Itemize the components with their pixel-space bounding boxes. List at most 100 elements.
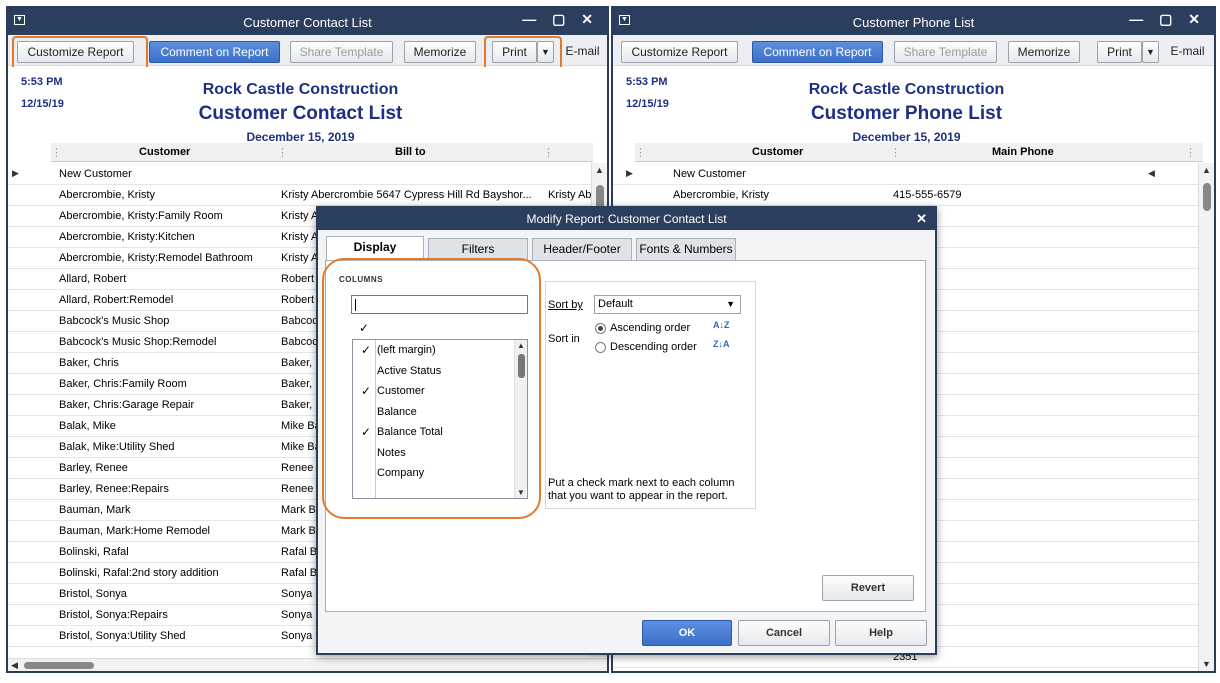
- share-template-button[interactable]: Share Template: [894, 41, 997, 63]
- ok-button[interactable]: OK: [642, 620, 732, 646]
- cell-customer: Barley, Renee: [59, 462, 128, 474]
- report-date: December 15, 2019: [246, 130, 355, 144]
- vertical-scrollbar[interactable]: ▲ ▼: [1198, 163, 1214, 671]
- cell-bill-to: Mike Ba: [281, 441, 321, 453]
- customize-highlight: [12, 36, 148, 70]
- sort-by-label: Sort by: [548, 299, 583, 311]
- print-highlight: [484, 36, 562, 70]
- tab-header-footer[interactable]: Header/Footer: [532, 238, 632, 260]
- close-icon[interactable]: ✕: [916, 208, 927, 230]
- chevron-down-icon: ▼: [726, 299, 735, 309]
- column-customer[interactable]: Customer: [752, 146, 803, 158]
- report-toolbar: Customize Report Comment on Report Share…: [613, 35, 1214, 66]
- cell-bill-to: Mark B: [281, 525, 316, 537]
- cell-customer: Baker, Chris: [59, 357, 119, 369]
- sort-by-select[interactable]: Default ▼: [594, 295, 741, 314]
- report-date: December 15, 2019: [852, 130, 961, 144]
- horizontal-scrollbar[interactable]: ◀: [8, 658, 607, 671]
- revert-button[interactable]: Revert: [822, 575, 914, 601]
- comment-on-report-button[interactable]: Comment on Report: [752, 41, 883, 63]
- cell-customer: Abercrombie, Kristy:Kitchen: [59, 231, 195, 243]
- column-customer[interactable]: Customer: [139, 146, 190, 158]
- cell-customer: Babcock's Music Shop: [59, 315, 170, 327]
- cell-main-phone: 415-555-6579: [893, 189, 962, 201]
- table-row[interactable]: Abercrombie, Kristy Kristy Abercrombie 56…: [8, 185, 593, 206]
- cell-customer: Balak, Mike: [59, 420, 116, 432]
- cell-customer: Bolinski, Rafal: [59, 546, 129, 558]
- cell-bill-to: Rafal B: [281, 546, 318, 558]
- ascending-radio[interactable]: [595, 323, 606, 334]
- cell-bill-to: Sonya: [281, 630, 313, 642]
- window-controls[interactable]: — ▢ ✕: [1129, 11, 1206, 28]
- columns-hint: Put a check mark next to each column tha…: [548, 477, 735, 502]
- tab-display[interactable]: Display: [326, 236, 424, 260]
- cell-customer: Bristol, Sonya:Repairs: [59, 609, 168, 621]
- company-name: Rock Castle Construction: [202, 81, 399, 98]
- window-title: Customer Phone List: [852, 15, 975, 30]
- columns-highlight: [322, 258, 541, 519]
- cell-bill-to: Baker,: [281, 399, 313, 411]
- cell-bill-to: Kristy A: [281, 231, 319, 243]
- ascending-label[interactable]: Ascending order: [610, 322, 690, 334]
- cell-bill-to: Baker,: [281, 357, 313, 369]
- customize-report-button[interactable]: Customize Report: [621, 41, 738, 63]
- share-template-button[interactable]: Share Template: [290, 41, 393, 63]
- cell-customer: Barley, Renee:Repairs: [59, 483, 169, 495]
- window-controls[interactable]: — ▢ ✕: [522, 11, 599, 28]
- table-row[interactable]: Abercrombie, Kristy 415-555-6579: [613, 185, 1198, 206]
- cell-bill-to: Kristy A: [281, 210, 319, 222]
- title-bar: ▼ Customer Contact List — ▢ ✕: [8, 8, 607, 35]
- report-header: 5:53 PM 12/15/19 Rock Castle Constructio…: [8, 67, 593, 147]
- cell-extra: Kristy Ab: [548, 189, 592, 201]
- column-header[interactable]: ⋮ Customer ⋮ Bill to ⋮: [51, 143, 593, 162]
- sort-in-label: Sort in: [548, 333, 580, 345]
- cell-customer: Bauman, Mark: [59, 504, 131, 516]
- cell-customer: Bolinski, Rafal:2nd story addition: [59, 567, 219, 579]
- descending-label[interactable]: Descending order: [610, 341, 697, 353]
- dialog-title: Modify Report: Customer Contact List: [526, 212, 727, 226]
- help-button[interactable]: Help: [835, 620, 927, 646]
- column-header[interactable]: ⋮ Customer ⋮ Main Phone ⋮: [635, 143, 1203, 162]
- column-bill-to[interactable]: Bill to: [395, 146, 426, 158]
- report-title: Customer Phone List: [810, 103, 1003, 124]
- cell-bill-to: Kristy Abercrombie 5647 Cypress Hill Rd …: [281, 189, 532, 201]
- cell-customer: New Customer: [59, 168, 132, 180]
- dialog-title-bar: Modify Report: Customer Contact List ✕: [318, 208, 935, 230]
- cell-customer: Abercrombie, Kristy: [673, 189, 769, 201]
- table-row[interactable]: New Customer: [8, 164, 593, 185]
- cell-bill-to: Babcoc: [281, 315, 318, 327]
- sort-ascending-icon: A↓Z: [713, 320, 730, 330]
- print-dropdown-icon[interactable]: ▼: [1142, 41, 1159, 63]
- memorize-button[interactable]: Memorize: [1008, 41, 1080, 63]
- cell-customer: Bauman, Mark:Home Remodel: [59, 525, 211, 537]
- cell-bill-to: Kristy A: [281, 252, 319, 264]
- cell-bill-to: Sonya: [281, 609, 313, 621]
- cell-customer: Abercrombie, Kristy: [59, 189, 155, 201]
- cell-customer: Baker, Chris:Garage Repair: [59, 399, 195, 411]
- sort-options-box: [545, 281, 756, 509]
- table-row[interactable]: New Customer: [613, 164, 1198, 185]
- cell-customer: Abercrombie, Kristy:Remodel Bathroom: [59, 252, 253, 264]
- report-header: 5:53 PM 12/15/19 Rock Castle Constructio…: [613, 67, 1200, 147]
- cell-customer: Bristol, Sonya: [59, 588, 127, 600]
- cancel-button[interactable]: Cancel: [738, 620, 830, 646]
- cell-bill-to: Mike Ba: [281, 420, 321, 432]
- cell-bill-to: Babcoc: [281, 336, 318, 348]
- tab-fonts-numbers[interactable]: Fonts & Numbers: [636, 238, 736, 260]
- cell-customer: Bristol, Sonya:Utility Shed: [59, 630, 186, 642]
- email-button[interactable]: E-mail: [560, 41, 605, 63]
- cell-customer: New Customer: [673, 168, 746, 180]
- cell-customer: Abercrombie, Kristy:Family Room: [59, 210, 223, 222]
- cell-bill-to: Baker,: [281, 378, 313, 390]
- email-button[interactable]: E-mail: [1165, 41, 1210, 63]
- print-button[interactable]: Print: [1097, 41, 1142, 63]
- title-bar: ▼ Customer Phone List — ▢ ✕: [613, 8, 1214, 35]
- cell-customer: Babcock's Music Shop:Remodel: [59, 336, 217, 348]
- comment-on-report-button[interactable]: Comment on Report: [149, 41, 280, 63]
- memorize-button[interactable]: Memorize: [404, 41, 476, 63]
- column-main-phone[interactable]: Main Phone: [992, 146, 1054, 158]
- cell-bill-to: Renee: [281, 483, 314, 495]
- cell-customer: Balak, Mike:Utility Shed: [59, 441, 175, 453]
- tab-filters[interactable]: Filters: [428, 238, 528, 260]
- descending-radio[interactable]: [595, 342, 606, 353]
